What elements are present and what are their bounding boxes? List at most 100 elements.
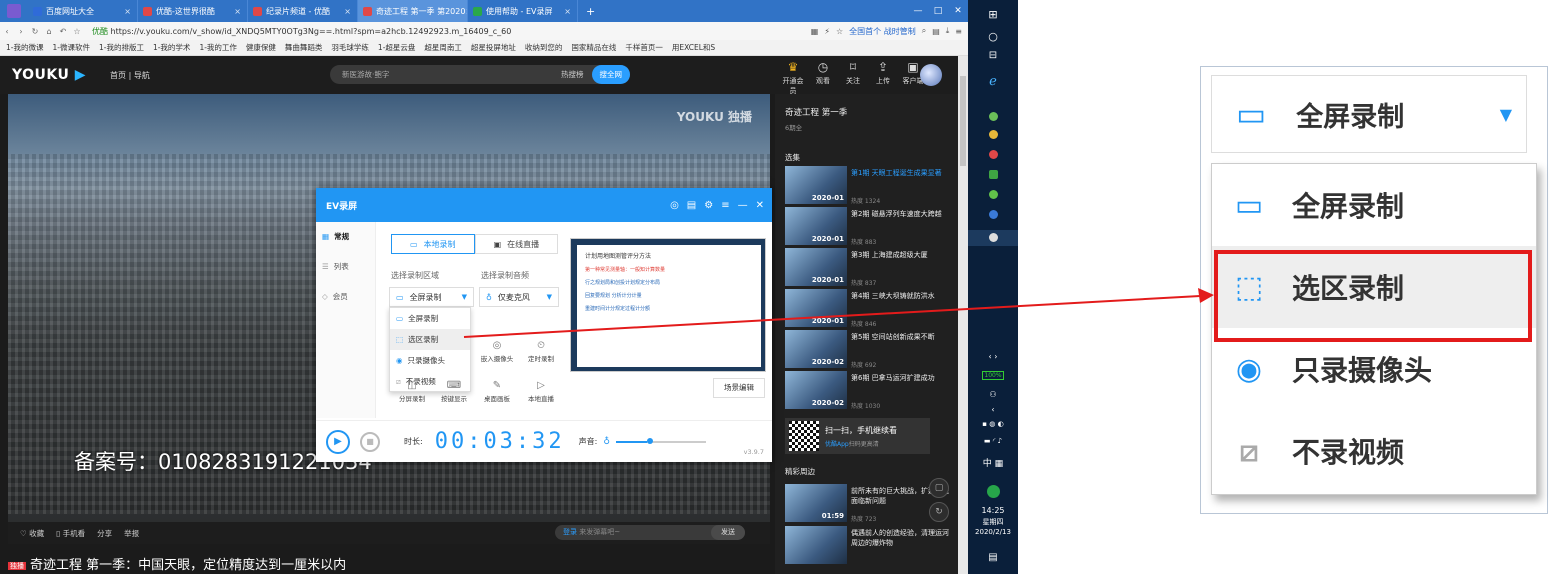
browser-tab[interactable]: 百度网址大全 ×	[28, 0, 138, 22]
episode-item[interactable]: 2020-01 第4期 三峡大坝铸就防洪水 热度 846	[785, 289, 955, 329]
related-item[interactable]: 偶遇前人的创造经验，清理运河周边的爆炸物	[785, 526, 955, 566]
bookmark-item[interactable]: 1-微课软件	[52, 42, 89, 53]
microphone-icon[interactable]: ♁	[603, 437, 610, 447]
phone-watch-action[interactable]: ▯ 手机看	[56, 528, 85, 539]
danmu-send-button[interactable]: 发送	[711, 525, 745, 540]
tool-split-screen[interactable]: ◫ 分屏录制	[389, 380, 435, 403]
menu-icon[interactable]: ≡	[955, 27, 962, 36]
tab-local-record[interactable]: ▭ 本地录制	[391, 234, 475, 254]
hot-search-link[interactable]: 热搜榜	[561, 69, 584, 80]
vip-button[interactable]: ♛ 开通会员	[782, 60, 804, 96]
maximize-icon[interactable]: □	[928, 6, 948, 16]
episode-item[interactable]: 2020-01 第1期 天眼工程诞生成果显著 热度 1324	[785, 166, 955, 206]
close-icon[interactable]: ×	[344, 7, 351, 16]
ev-menu-general[interactable]: ▦ 常规	[316, 222, 375, 252]
app-icon-5[interactable]	[968, 210, 1018, 221]
ie-icon[interactable]: ℯ	[968, 74, 1018, 89]
tool-embed-camera[interactable]: ◎ 嵌入摄像头	[474, 340, 520, 363]
bookmark-item[interactable]: 羽毛球学练	[331, 42, 369, 53]
bookmark-item[interactable]: 千样首页一	[625, 42, 663, 53]
close-icon[interactable]: ×	[234, 7, 241, 16]
user-icon[interactable]: ⚇	[968, 390, 1018, 399]
action-center-icon[interactable]: ▤	[968, 552, 1018, 563]
browser-tab-active[interactable]: 奇迹工程 第一季 第2020×	[358, 0, 468, 22]
app-icon-6[interactable]	[968, 230, 1018, 246]
star-icon[interactable]: ☆	[70, 27, 84, 36]
bookmark-item[interactable]: 1-我的排版工	[99, 42, 144, 53]
browser-tab[interactable]: 使用帮助 - EV录屏 ×	[468, 0, 578, 22]
report-action[interactable]: 举报	[124, 528, 139, 539]
search-circle-icon[interactable]: ○	[968, 30, 1018, 43]
feedback-icon[interactable]: ▢	[929, 478, 949, 498]
bookmark-item[interactable]: 超星投屏地址	[471, 42, 516, 53]
qr-app-link[interactable]: 优酷App	[825, 441, 849, 448]
chevron-left-icon[interactable]: ‹	[968, 405, 1018, 414]
minimize-icon[interactable]: —	[908, 6, 928, 16]
share-action[interactable]: 分享	[97, 528, 112, 539]
browser-avatar[interactable]	[0, 0, 28, 22]
ime-indicator[interactable]: 中 ▦	[968, 456, 1018, 469]
close-icon[interactable]: ✕	[756, 200, 764, 211]
news-link[interactable]: 全国首个 战时管制	[849, 26, 916, 37]
area-select[interactable]: ▭ 全屏录制 ▼	[389, 287, 474, 307]
back-icon[interactable]: ‹	[0, 27, 14, 36]
url-input[interactable]: 优酷 https://v.youku.com/v_show/id_XNDQ5MT…	[92, 26, 652, 37]
bookmark-item[interactable]: 舞曲舞蹈类	[285, 42, 323, 53]
youku-search-input[interactable]: 新医游故·鲍字 热搜榜 搜全网	[330, 65, 630, 84]
youku-logo[interactable]: YOUKU ▶	[12, 67, 86, 83]
bookmark-item[interactable]: 1-超星云盘	[378, 42, 415, 53]
bookmark-item[interactable]: 1-我的微课	[6, 42, 43, 53]
upload-button[interactable]: ⇪ 上传	[872, 60, 894, 96]
youku-nav[interactable]: 首页 | 导航	[110, 70, 150, 81]
bookmark-item[interactable]: 1-我的工作	[199, 42, 236, 53]
user-icon[interactable]: ◎	[670, 200, 679, 211]
episode-item[interactable]: 2020-02 第5期 空间站创新成果不断 热度 692	[785, 330, 955, 370]
danmu-input[interactable]: 登录 来发弹幕吧~ 发送	[555, 525, 745, 540]
bookmark-item[interactable]: 超星周南工	[424, 42, 462, 53]
favorite-icon[interactable]: ☆	[836, 27, 843, 36]
apps-icon[interactable]: ▤	[932, 27, 940, 36]
wifi-volume-icons[interactable]: ▬ ◜ ♪	[968, 437, 1018, 445]
option-fullscreen[interactable]: ▭ 全屏录制	[390, 308, 470, 329]
stop-record-button[interactable]: ■	[360, 431, 380, 452]
scene-edit-button[interactable]: 场景编辑	[713, 378, 765, 398]
close-window-icon[interactable]: ✕	[948, 6, 968, 16]
episode-item[interactable]: 2020-02 第6期 巴拿马运河扩建成功 热度 1030	[785, 371, 955, 411]
new-tab-button[interactable]: +	[586, 5, 595, 18]
browser-tab[interactable]: 纪录片频道 - 优酷 ×	[248, 0, 358, 22]
tool-timer[interactable]: ⏲ 定时录制	[518, 340, 564, 363]
bookmark-item[interactable]: 用EXCEL和S	[672, 42, 715, 53]
volume-slider[interactable]	[615, 437, 706, 444]
qr-panel[interactable]: 扫一扫，手机继续看 优酷App扫码更高清	[785, 418, 930, 454]
tab-live[interactable]: ▣ 在线直播	[474, 234, 559, 254]
browser-tab[interactable]: 优酷-这世界很酷 ×	[138, 0, 248, 22]
file-icon[interactable]: ▤	[687, 200, 696, 211]
forward-icon[interactable]: ›	[14, 27, 28, 36]
start-record-button[interactable]: ▶	[326, 429, 350, 454]
avatar[interactable]	[920, 64, 942, 86]
network-volume-icons[interactable]: ▪ ◍ ◐	[968, 420, 1018, 428]
page-scrollbar[interactable]	[958, 56, 968, 574]
tool-local-live[interactable]: ▷ 本地直播	[518, 380, 564, 403]
minimize-icon[interactable]: —	[738, 200, 748, 211]
home-icon[interactable]: ⌂	[42, 27, 56, 36]
volume-knob[interactable]	[647, 437, 654, 444]
audio-select[interactable]: ♁ 仅麦克风 ▼	[479, 287, 559, 307]
close-icon[interactable]: ×	[124, 7, 131, 16]
close-icon[interactable]: ×	[564, 7, 571, 16]
menu-icon[interactable]: ≡	[721, 200, 729, 211]
search-icon[interactable]: ⌕	[922, 26, 926, 36]
bookmark-item[interactable]: 1-我的学术	[153, 42, 190, 53]
app-icon-3[interactable]	[968, 170, 1018, 181]
danmu-login-link[interactable]: 登录	[563, 528, 577, 536]
chrome-icon[interactable]	[968, 130, 1018, 141]
bookmark-item[interactable]: 健康保健	[246, 42, 276, 53]
app-icon-1[interactable]	[968, 112, 1018, 123]
history-button[interactable]: ◷ 观看	[812, 60, 834, 96]
notification-badge[interactable]	[968, 485, 1018, 500]
app-icon-4[interactable]	[968, 190, 1018, 201]
tool-key-display[interactable]: ⌨ 按键显示	[431, 380, 477, 403]
settings-icon[interactable]: ⚙	[704, 200, 713, 211]
refresh-icon[interactable]: ↻	[929, 502, 949, 522]
undo-icon[interactable]: ↶	[56, 27, 70, 36]
